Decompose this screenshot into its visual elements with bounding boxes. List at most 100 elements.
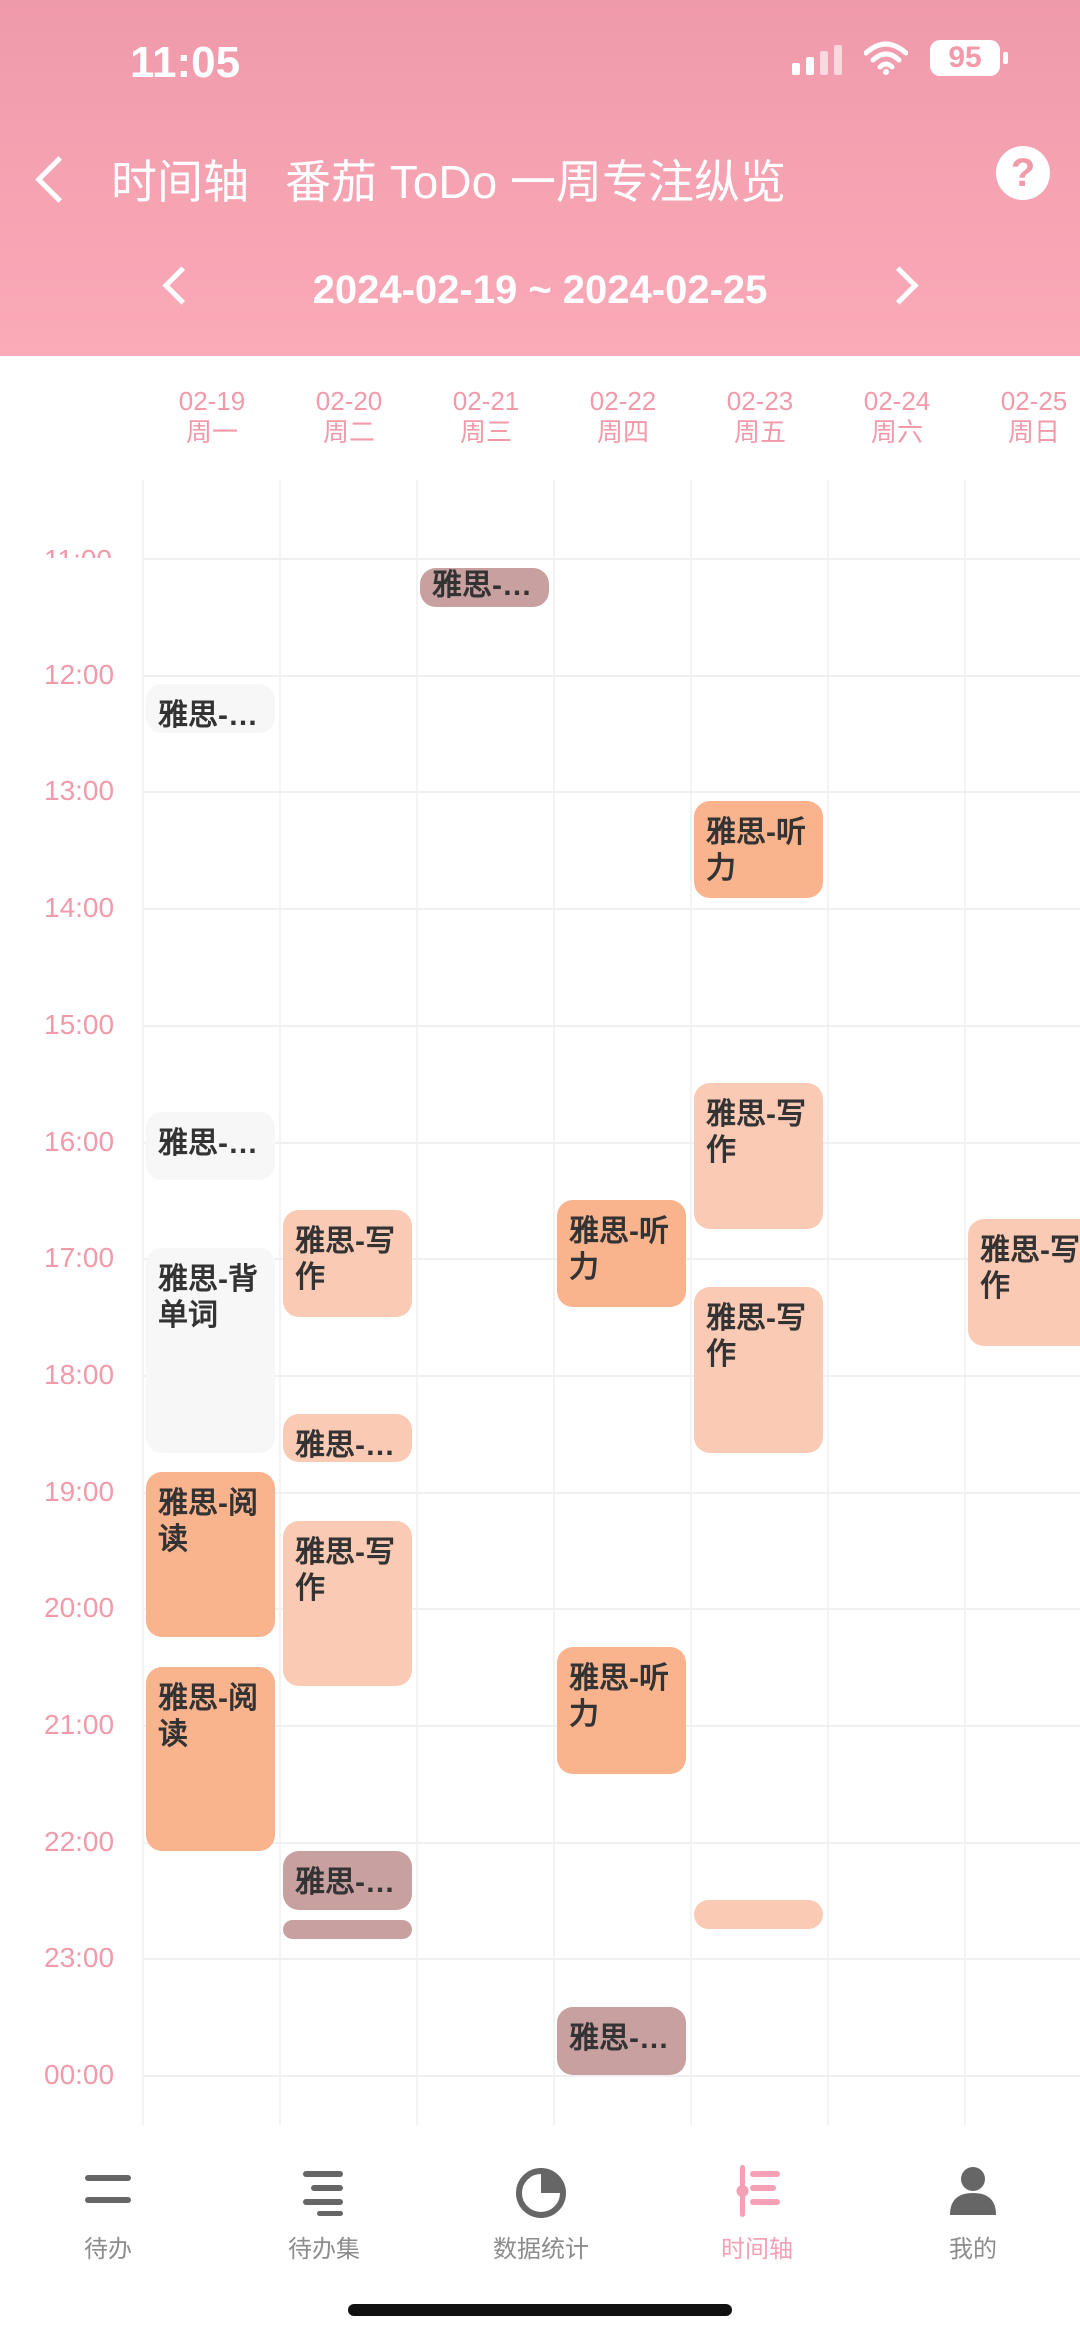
- grid-hour-line: [142, 2075, 1080, 2078]
- focus-event[interactable]: 雅思-…: [146, 1112, 275, 1181]
- grid-column-line: [142, 480, 144, 2125]
- event-title: 雅思-写作: [295, 1535, 395, 1605]
- tab-profile[interactable]: 我的: [883, 2145, 1063, 2264]
- day-header-02-23: 02-23 周五: [692, 386, 828, 448]
- grid-column-line: [553, 480, 555, 2125]
- event-title: 雅思-…: [158, 1127, 258, 1161]
- week-navigator: 2024-02-19 ~ 2024-02-25: [0, 262, 1080, 322]
- focus-event[interactable]: [283, 1919, 412, 1939]
- hour-label: 18:00: [44, 1358, 115, 1390]
- back-label: 时间轴: [111, 156, 249, 208]
- day-header-02-22: 02-22 周四: [555, 386, 691, 448]
- event-title: 雅思-听力: [569, 1662, 669, 1732]
- grid-column-line: [279, 480, 281, 2125]
- grid-hour-line: [142, 1024, 1080, 1027]
- back-button[interactable]: 时间轴: [28, 146, 249, 212]
- todo-icon: [81, 2163, 135, 2219]
- page-title: 番茄 ToDo 一周专注纵览: [285, 156, 786, 208]
- focus-event[interactable]: 雅思-…: [283, 1851, 412, 1910]
- focus-event[interactable]: 雅思-写作: [283, 1520, 412, 1687]
- focus-event[interactable]: 雅思-听力: [694, 801, 823, 899]
- day-weekday: 周五: [733, 417, 786, 447]
- cellular-signal-icon: [792, 41, 842, 75]
- hour-label: 15:00: [44, 1008, 115, 1040]
- day-weekday: 周三: [459, 417, 512, 447]
- grid-hour-line: [142, 1491, 1080, 1494]
- focus-event[interactable]: 雅思-听力: [557, 1199, 686, 1307]
- event-title: 雅思-写作: [706, 1302, 806, 1372]
- day-weekday: 周二: [322, 417, 375, 447]
- tab-stats-pie[interactable]: 数据统计: [451, 2145, 631, 2264]
- tab-label: 待办集: [288, 2236, 360, 2263]
- day-date: 02-20: [315, 386, 383, 416]
- hour-label: 12:00: [44, 658, 115, 690]
- day-headers: 02-19 周一 02-20 周二 02-21 周三 02-22 周四 02-23 周五 02-24…: [0, 386, 1080, 466]
- day-date: 02-24: [863, 386, 931, 416]
- status-time: 11:05: [130, 38, 241, 87]
- event-title: 雅思-写作: [295, 1224, 395, 1294]
- event-title: 雅思-阅读: [158, 1681, 258, 1751]
- stats-pie-icon: [514, 2163, 568, 2219]
- event-title: 雅思-写作: [706, 1098, 806, 1168]
- event-title: 雅思-…: [295, 1428, 395, 1462]
- day-weekday: 周六: [870, 417, 923, 447]
- grid-hour-line: [142, 908, 1080, 911]
- day-date: 02-25: [1000, 386, 1068, 416]
- day-date: 02-22: [589, 386, 657, 416]
- tab-label: 时间轴: [721, 2236, 793, 2263]
- tab-todo[interactable]: 待办: [18, 2145, 198, 2264]
- day-weekday: 周日: [1007, 417, 1060, 447]
- event-title: 雅思-阅读: [158, 1487, 258, 1557]
- hour-label: 11:00: [44, 544, 134, 558]
- focus-event[interactable]: 雅思-阅读: [146, 1666, 275, 1852]
- hour-label: 23:00: [44, 1942, 115, 1974]
- profile-icon: [946, 2163, 1000, 2219]
- hour-label: 17:00: [44, 1242, 115, 1274]
- day-header-02-20: 02-20 周二: [281, 386, 417, 448]
- focus-event[interactable]: 雅思-背单词: [146, 1248, 275, 1453]
- tab-label: 我的: [949, 2236, 997, 2263]
- focus-event[interactable]: 雅思-写作: [694, 1083, 823, 1230]
- hour-label: 19:00: [44, 1475, 115, 1507]
- timeline-grid[interactable]: 11:00 12:00 13:00 14:00 15:00 16:00 17:00 18:00…: [0, 480, 1080, 2125]
- day-header-02-21: 02-21 周三: [418, 386, 554, 448]
- grid-hour-line: [142, 558, 1080, 560]
- day-date: 02-19: [178, 386, 246, 416]
- grid-hour-line: [142, 1141, 1080, 1144]
- grid-hour-line: [142, 1958, 1080, 1961]
- day-date: 02-23: [726, 386, 794, 416]
- tab-timeline[interactable]: 时间轴: [667, 2145, 847, 2264]
- event-title: 雅思-…: [158, 699, 258, 733]
- tab-label: 待办: [84, 2236, 132, 2263]
- grid-column-line: [827, 480, 829, 2125]
- focus-event[interactable]: 雅思-阅读: [146, 1472, 275, 1638]
- focus-event[interactable]: 雅思-…: [283, 1413, 412, 1463]
- grid-column-line: [964, 480, 966, 2125]
- nav-bar: 时间轴 番茄 ToDo 一周专注纵览 ?: [0, 130, 1080, 230]
- day-date: 02-21: [452, 386, 520, 416]
- event-title: 雅思-…: [295, 1866, 395, 1900]
- grid-hour-line: [142, 1374, 1080, 1377]
- focus-event[interactable]: 雅思-…: [420, 567, 549, 607]
- help-icon[interactable]: ?: [996, 146, 1050, 200]
- grid-column-line: [416, 480, 418, 2125]
- tab-label: 数据统计: [493, 2236, 589, 2263]
- event-title: 雅思-…: [569, 2022, 669, 2056]
- tab-todo-set[interactable]: 待办集: [234, 2145, 414, 2264]
- event-title: 雅思-…: [432, 568, 532, 602]
- home-indicator: [348, 2304, 732, 2316]
- day-weekday: 周一: [185, 417, 238, 447]
- battery-icon: 95: [930, 40, 1008, 76]
- focus-event[interactable]: 雅思-写作: [968, 1219, 1080, 1346]
- top-header: 11:05 95 时间轴 番茄 ToDo 一周专注纵览 ? 2024-02-19…: [0, 0, 1080, 356]
- focus-event[interactable]: 雅思-写作: [694, 1287, 823, 1453]
- day-header-02-19: 02-19 周一: [144, 386, 280, 448]
- focus-event[interactable]: 雅思-…: [557, 2007, 686, 2076]
- focus-event[interactable]: 雅思-听力: [557, 1647, 686, 1774]
- status-icons: 95: [792, 40, 1008, 76]
- focus-event[interactable]: 雅思-写作: [283, 1209, 412, 1317]
- focus-event[interactable]: 雅思-…: [146, 684, 275, 734]
- hour-label: 21:00: [44, 1709, 115, 1740]
- focus-event[interactable]: [694, 1900, 823, 1930]
- hour-label: 00:00: [44, 2059, 115, 2091]
